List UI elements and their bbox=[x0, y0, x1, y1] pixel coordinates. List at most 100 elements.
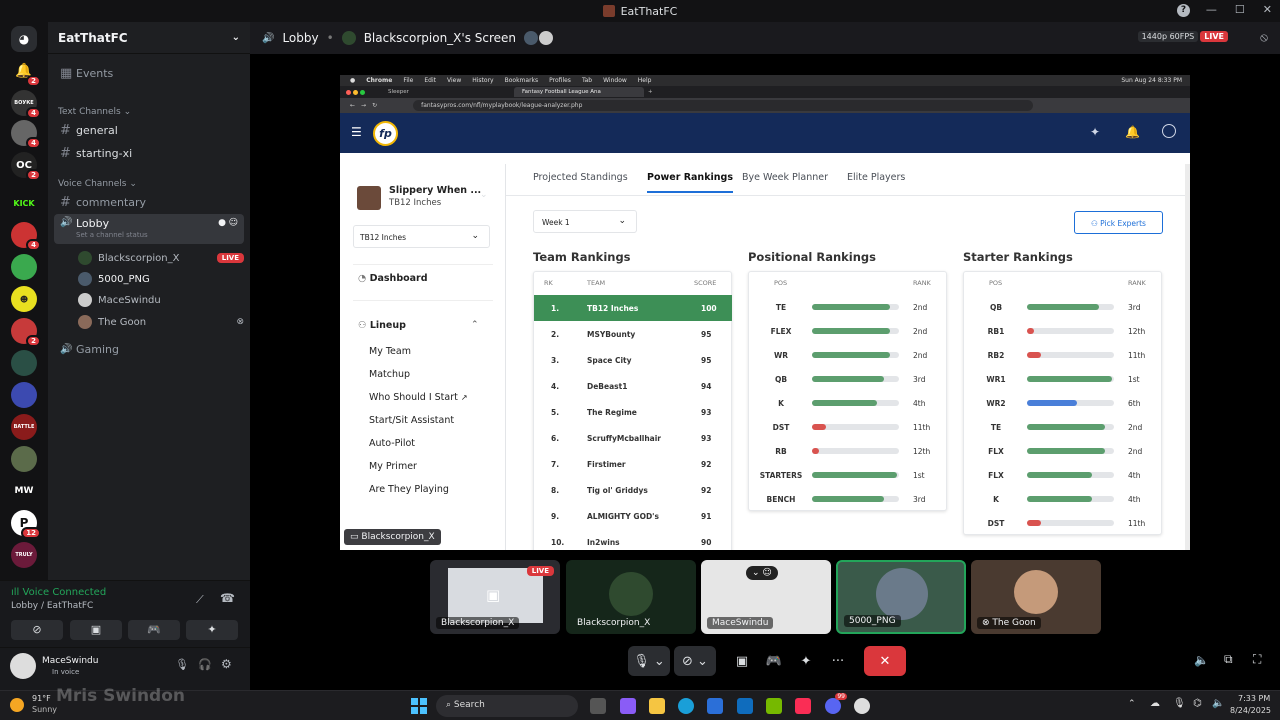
table-row[interactable]: RB1 12th bbox=[964, 319, 1161, 343]
network-icon[interactable]: ⌬ bbox=[1193, 698, 1202, 709]
sparkle-icon[interactable]: ✦ bbox=[1090, 125, 1100, 139]
camera-off-button[interactable]: ⊘ bbox=[11, 620, 63, 640]
activity-button[interactable]: 🎮 bbox=[128, 620, 180, 640]
server-icon-1[interactable]: ВОУКЕ 4 bbox=[11, 90, 41, 119]
nvidia-icon[interactable] bbox=[766, 698, 782, 714]
server-icon-6[interactable] bbox=[11, 254, 37, 280]
music-icon[interactable] bbox=[795, 698, 811, 714]
windows-start-icon[interactable] bbox=[411, 698, 427, 714]
nav-matchup[interactable]: Matchup bbox=[369, 369, 410, 380]
fullscreen-icon[interactable]: ⛶ bbox=[1253, 652, 1261, 667]
server-icon-12[interactable] bbox=[11, 446, 37, 472]
forward-icon[interactable]: → bbox=[361, 102, 366, 109]
tab-bye-week-planner[interactable]: Bye Week Planner bbox=[742, 172, 828, 183]
taskbar-search[interactable]: ⌕ Search bbox=[436, 695, 578, 717]
voice-channel-gaming[interactable]: 🔊 Gaming bbox=[54, 338, 244, 360]
kick-server-icon[interactable]: KICK bbox=[11, 190, 37, 216]
help-icon[interactable]: ? bbox=[1177, 4, 1190, 17]
participant-tile[interactable]: Blackscorpion_X bbox=[566, 560, 696, 634]
microphone-button[interactable]: 🎙 ⌄ bbox=[628, 646, 670, 676]
file-explorer-icon[interactable] bbox=[649, 698, 665, 714]
hide-members-icon[interactable]: ⦸ bbox=[1260, 30, 1268, 45]
table-row[interactable]: 6. ScruffyMcballhair 93 bbox=[534, 425, 732, 451]
table-row[interactable]: FLEX 2nd bbox=[749, 319, 946, 343]
table-row[interactable]: 4. DeBeast1 94 bbox=[534, 373, 732, 399]
table-row[interactable]: QB 3rd bbox=[964, 295, 1161, 319]
team-select[interactable]: TB12 Inches ⌄ bbox=[353, 225, 490, 248]
tile-options[interactable]: ⌄ ☺ bbox=[746, 566, 778, 580]
copilot-icon[interactable] bbox=[620, 698, 636, 714]
table-row[interactable]: WR1 1st bbox=[964, 367, 1161, 391]
server-icon-3[interactable]: OC 2 bbox=[11, 152, 41, 181]
pick-experts-button[interactable]: ⚇ Pick Experts bbox=[1074, 211, 1163, 234]
hamburger-icon[interactable]: ☰ bbox=[351, 125, 362, 139]
channel-general[interactable]: # general bbox=[54, 119, 244, 141]
nav-lineup[interactable]: ⚇ Lineup bbox=[358, 320, 406, 331]
nav-my-team[interactable]: My Team bbox=[369, 346, 411, 357]
participant-tile[interactable]: ⊗ The Goon bbox=[971, 560, 1101, 634]
table-row[interactable]: TE 2nd bbox=[749, 295, 946, 319]
soundboard-button[interactable]: ✦ bbox=[186, 620, 238, 640]
week-select[interactable]: Week 1 ⌄ bbox=[533, 210, 637, 233]
voice-user[interactable]: 5000_PNG bbox=[78, 269, 244, 289]
chevron-up-icon[interactable]: ⌃ bbox=[471, 320, 479, 330]
table-row[interactable]: K 4th bbox=[749, 391, 946, 415]
table-row[interactable]: FLX 4th bbox=[964, 463, 1161, 487]
scrollbar[interactable] bbox=[1185, 164, 1190, 550]
mw-server-icon[interactable]: MW bbox=[11, 478, 37, 504]
camera-button[interactable]: ⊘ ⌄ bbox=[674, 646, 716, 676]
chrome-icon[interactable] bbox=[854, 698, 870, 714]
cloud-icon[interactable]: ☁ bbox=[1150, 698, 1160, 709]
chat-icon[interactable]: ● bbox=[218, 218, 226, 228]
voice-user[interactable]: MaceSwindu bbox=[78, 290, 244, 310]
voice-location[interactable]: Lobby / EatThatFC bbox=[11, 601, 93, 611]
team-name[interactable]: Slippery When ... bbox=[389, 185, 481, 196]
table-row[interactable]: DST 11th bbox=[964, 511, 1161, 535]
minimize-icon[interactable]: — bbox=[1206, 3, 1217, 16]
table-row[interactable]: 9. ALMIGHTY GOD's 91 bbox=[534, 503, 732, 529]
sound-icon[interactable]: 🔈 bbox=[1212, 698, 1224, 709]
mic-tray-icon[interactable]: 🎙 bbox=[1173, 698, 1186, 709]
table-row[interactable]: DST 11th bbox=[749, 415, 946, 439]
user-avatar[interactable] bbox=[10, 653, 36, 679]
table-row[interactable]: WR 2nd bbox=[749, 343, 946, 367]
clock-time[interactable]: 7:33 PM bbox=[1238, 694, 1270, 703]
address-input[interactable]: fantasypros.com/nfl/myplaybook/league-an… bbox=[413, 100, 1034, 111]
table-row[interactable]: TE 2nd bbox=[964, 415, 1161, 439]
nav-auto-pilot[interactable]: Auto-Pilot bbox=[369, 438, 415, 449]
outlook-icon[interactable] bbox=[737, 698, 753, 714]
user-name[interactable]: MaceSwindu bbox=[42, 656, 98, 666]
voice-user[interactable]: The Goon ⊗ bbox=[78, 312, 244, 332]
add-user-icon[interactable]: ☺ bbox=[229, 218, 238, 228]
voice-channel-lobby[interactable]: 🔊 Lobby Set a channel status ● ☺ bbox=[54, 214, 244, 244]
table-row[interactable]: STARTERS 1st bbox=[749, 463, 946, 487]
table-row[interactable]: 2. MSYBounty 95 bbox=[534, 321, 732, 347]
table-row[interactable]: RB 12th bbox=[749, 439, 946, 463]
nav-are-they-playing[interactable]: Are They Playing bbox=[369, 484, 449, 495]
screen-share-control[interactable]: ▣ bbox=[727, 646, 757, 676]
table-row[interactable]: 3. Space City 95 bbox=[534, 347, 732, 373]
channel-name[interactable]: Lobby bbox=[282, 31, 318, 45]
new-tab-icon[interactable]: + bbox=[648, 89, 653, 95]
more-options-icon[interactable]: ··· bbox=[823, 646, 853, 676]
store-icon[interactable] bbox=[707, 698, 723, 714]
server-icon-8[interactable]: 2 bbox=[11, 318, 41, 347]
channel-commentary[interactable]: # commentary bbox=[54, 191, 244, 213]
headphones-icon[interactable]: 🎧 bbox=[198, 658, 212, 671]
table-row[interactable]: 10. In2wins 90 bbox=[534, 529, 732, 550]
server-icon-2[interactable]: 4 bbox=[11, 120, 41, 149]
channel-starting-xi[interactable]: # starting-xi bbox=[54, 142, 244, 164]
server-icon-9[interactable] bbox=[11, 350, 37, 376]
participant-tile[interactable]: 5000_PNG bbox=[836, 560, 966, 634]
table-row[interactable]: FLX 2nd bbox=[964, 439, 1161, 463]
notification-icon[interactable]: 🔔 2 bbox=[11, 58, 41, 87]
lobby-status[interactable]: Set a channel status bbox=[76, 231, 148, 239]
voice-connected-status[interactable]: ıll Voice Connected bbox=[11, 587, 106, 598]
nav-my-primer[interactable]: My Primer bbox=[369, 461, 417, 472]
discord-home-icon[interactable]: ◕ bbox=[11, 26, 37, 52]
edge-icon[interactable] bbox=[678, 698, 694, 714]
table-row[interactable]: 7. Firstimer 92 bbox=[534, 451, 732, 477]
participant-tile[interactable]: ▣ LIVE Blackscorpion_X bbox=[430, 560, 560, 634]
server-icon-10[interactable] bbox=[11, 382, 37, 408]
nav-who-should-i-start[interactable]: Who Should I Start ↗ bbox=[369, 392, 468, 403]
